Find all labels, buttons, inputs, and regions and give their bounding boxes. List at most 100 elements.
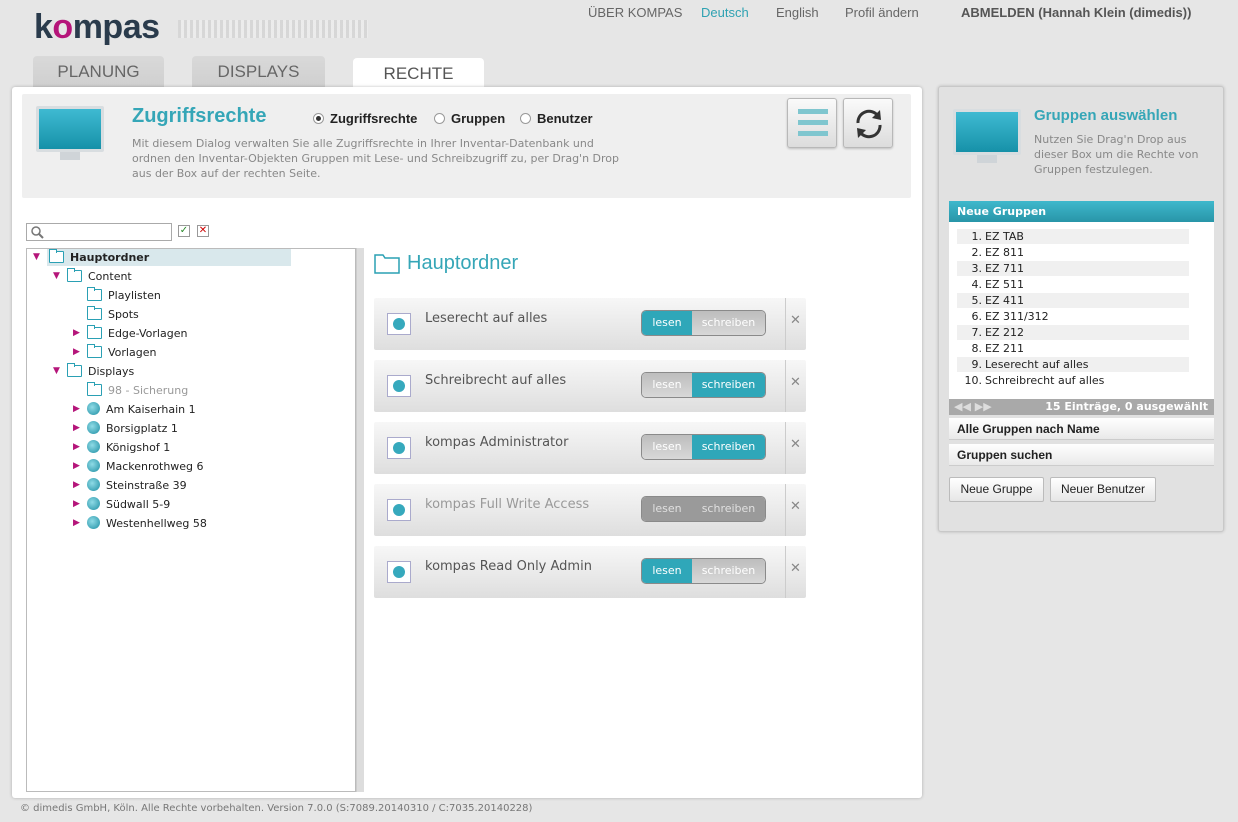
permission-label: kompas Full Write Access — [425, 497, 590, 512]
folder-icon — [87, 382, 102, 396]
permission-label: kompas Administrator — [425, 435, 569, 450]
row-divider — [785, 546, 786, 598]
tree-node-displays[interactable]: ▼ Displays — [53, 363, 134, 380]
clear-x-icon[interactable]: ✕ — [197, 225, 209, 237]
location-globe-icon — [87, 516, 100, 529]
write-toggle[interactable]: schreiben — [692, 497, 765, 521]
tree-node-steinstrasse[interactable]: ▶ Steinstraße 39 — [73, 477, 187, 494]
group-list-item[interactable]: 7. EZ 212 — [957, 325, 1189, 340]
group-name: Schreibrecht auf alles — [985, 374, 1105, 387]
write-toggle[interactable]: schreiben — [692, 311, 765, 335]
read-toggle[interactable]: lesen — [642, 435, 692, 459]
spots-folder-icon — [87, 306, 102, 320]
logout-link[interactable]: ABMELDEN (Hannah Klein (dimedis)) — [961, 5, 1191, 20]
radio-gruppen[interactable]: Gruppen — [434, 111, 505, 126]
tree-node-vorlagen[interactable]: ▶ Vorlagen — [73, 344, 156, 361]
about-link[interactable]: ÜBER KOMPAS — [588, 5, 682, 20]
group-number: 3. — [971, 262, 983, 275]
pager-arrows-icon[interactable]: ◀◀ ▶▶ — [954, 399, 992, 415]
folder-tree: ▼ Hauptordner ▼ Content Playlisten Spots ▶… — [26, 248, 356, 792]
folder-icon — [67, 268, 82, 282]
remove-x-icon[interactable]: ✕ — [790, 499, 801, 514]
group-name: EZ 311/312 — [985, 310, 1049, 323]
footer-copyright: © dimedis GmbH, Köln. Alle Rechte vorbeh… — [20, 803, 533, 814]
tree-node-koenigshof[interactable]: ▶ Königshof 1 — [73, 439, 170, 456]
read-toggle[interactable]: lesen — [642, 559, 692, 583]
write-toggle[interactable]: schreiben — [692, 559, 765, 583]
tree-node-content[interactable]: ▼ Content — [53, 268, 132, 285]
side-panel-title: Gruppen auswählen — [1034, 107, 1178, 124]
tree-node-hauptordner[interactable]: ▼ Hauptordner — [33, 249, 291, 266]
radio-benutzer[interactable]: Benutzer — [520, 111, 593, 126]
panel-splitter[interactable] — [356, 248, 364, 792]
new-groups-header[interactable]: Neue Gruppen — [949, 201, 1214, 222]
group-list-item[interactable]: 10. Schreibrecht auf alles — [957, 373, 1189, 388]
tree-node-spots[interactable]: Spots — [87, 306, 139, 323]
group-list-item[interactable]: 8. EZ 211 — [957, 341, 1189, 356]
permission-row[interactable]: kompas Full Write Access lesen schreiben ✕ — [374, 484, 806, 536]
group-list-item[interactable]: 4. EZ 511 — [957, 277, 1189, 292]
confirm-check-icon[interactable]: ✓ — [178, 225, 190, 237]
top-navigation: ÜBER KOMPAS Deutsch English Profil änder… — [0, 5, 1238, 23]
tree-node-westenhellweg[interactable]: ▶ Westenhellweg 58 — [73, 515, 207, 532]
profile-link[interactable]: Profil ändern — [845, 5, 919, 20]
refresh-icon — [856, 109, 882, 139]
read-toggle[interactable]: lesen — [642, 373, 692, 397]
pager-info: 15 Einträge, 0 ausgewählt — [1045, 400, 1208, 413]
template-folder-icon — [87, 344, 102, 358]
group-number: 4. — [971, 278, 983, 291]
group-name: EZ 411 — [985, 294, 1024, 307]
new-group-button[interactable]: Neue Gruppe — [949, 477, 1044, 502]
group-list-item[interactable]: 6. EZ 311/312 — [957, 309, 1189, 324]
group-icon — [387, 313, 411, 335]
remove-x-icon[interactable]: ✕ — [790, 313, 801, 328]
remove-x-icon[interactable]: ✕ — [790, 437, 801, 452]
folder-icon — [67, 363, 82, 377]
tree-node-kaiserhain[interactable]: ▶ Am Kaiserhain 1 — [73, 401, 196, 418]
permission-row[interactable]: Schreibrecht auf alles lesen schreiben ✕ — [374, 360, 806, 412]
remove-x-icon[interactable]: ✕ — [790, 561, 801, 576]
radio-zugriffsrechte[interactable]: Zugriffsrechte — [313, 111, 417, 126]
tab-displays[interactable]: DISPLAYS — [192, 56, 325, 88]
refresh-button[interactable] — [843, 98, 893, 148]
read-write-toggle: lesen schreiben — [641, 558, 766, 584]
tree-node-edge-vorlagen[interactable]: ▶ Edge-Vorlagen — [73, 325, 187, 342]
lang-en-link[interactable]: English — [776, 5, 819, 20]
group-list-item[interactable]: 1. EZ TAB — [957, 229, 1189, 244]
permission-row[interactable]: kompas Administrator lesen schreiben ✕ — [374, 422, 806, 474]
group-number: 8. — [971, 342, 983, 355]
read-toggle[interactable]: lesen — [642, 497, 692, 521]
permission-row[interactable]: Leserecht auf alles lesen schreiben ✕ — [374, 298, 806, 350]
group-list-item[interactable]: 5. EZ 411 — [957, 293, 1189, 308]
read-toggle[interactable]: lesen — [642, 311, 692, 335]
permission-row[interactable]: kompas Read Only Admin lesen schreiben ✕ — [374, 546, 806, 598]
tree-node-playlisten[interactable]: Playlisten — [87, 287, 161, 304]
tree-node-borsigplatz[interactable]: ▶ Borsigplatz 1 — [73, 420, 178, 437]
lang-de-link[interactable]: Deutsch — [701, 5, 749, 20]
remove-x-icon[interactable]: ✕ — [790, 375, 801, 390]
tab-rechte[interactable]: RECHTE — [353, 58, 484, 88]
group-icon — [387, 375, 411, 397]
tree-node-sicherung[interactable]: 98 - Sicherung — [87, 382, 188, 399]
tree-node-suedwall[interactable]: ▶ Südwall 5-9 — [73, 496, 170, 513]
group-list-item[interactable]: 3. EZ 711 — [957, 261, 1189, 276]
group-list-item[interactable]: 2. EZ 811 — [957, 245, 1189, 260]
group-name: EZ TAB — [985, 230, 1024, 243]
location-globe-icon — [87, 440, 100, 453]
search-groups[interactable]: Gruppen suchen — [949, 444, 1214, 466]
tab-planung[interactable]: PLANUNG — [33, 56, 164, 88]
group-number: 2. — [971, 246, 983, 259]
access-rights-monitor-icon — [36, 106, 104, 160]
location-globe-icon — [87, 497, 100, 510]
tree-node-mackenrothweg[interactable]: ▶ Mackenrothweg 6 — [73, 458, 204, 475]
folder-title: Hauptordner — [407, 252, 519, 274]
write-toggle[interactable]: schreiben — [692, 435, 765, 459]
write-toggle[interactable]: schreiben — [692, 373, 765, 397]
menu-button[interactable] — [787, 98, 837, 148]
new-user-button[interactable]: Neuer Benutzer — [1050, 477, 1156, 502]
all-groups-by-name[interactable]: Alle Gruppen nach Name — [949, 418, 1214, 440]
tree-search-input[interactable] — [26, 223, 172, 241]
row-divider — [785, 422, 786, 474]
folder-icon — [49, 249, 64, 263]
group-list-item[interactable]: 9. Leserecht auf alles — [957, 357, 1189, 372]
